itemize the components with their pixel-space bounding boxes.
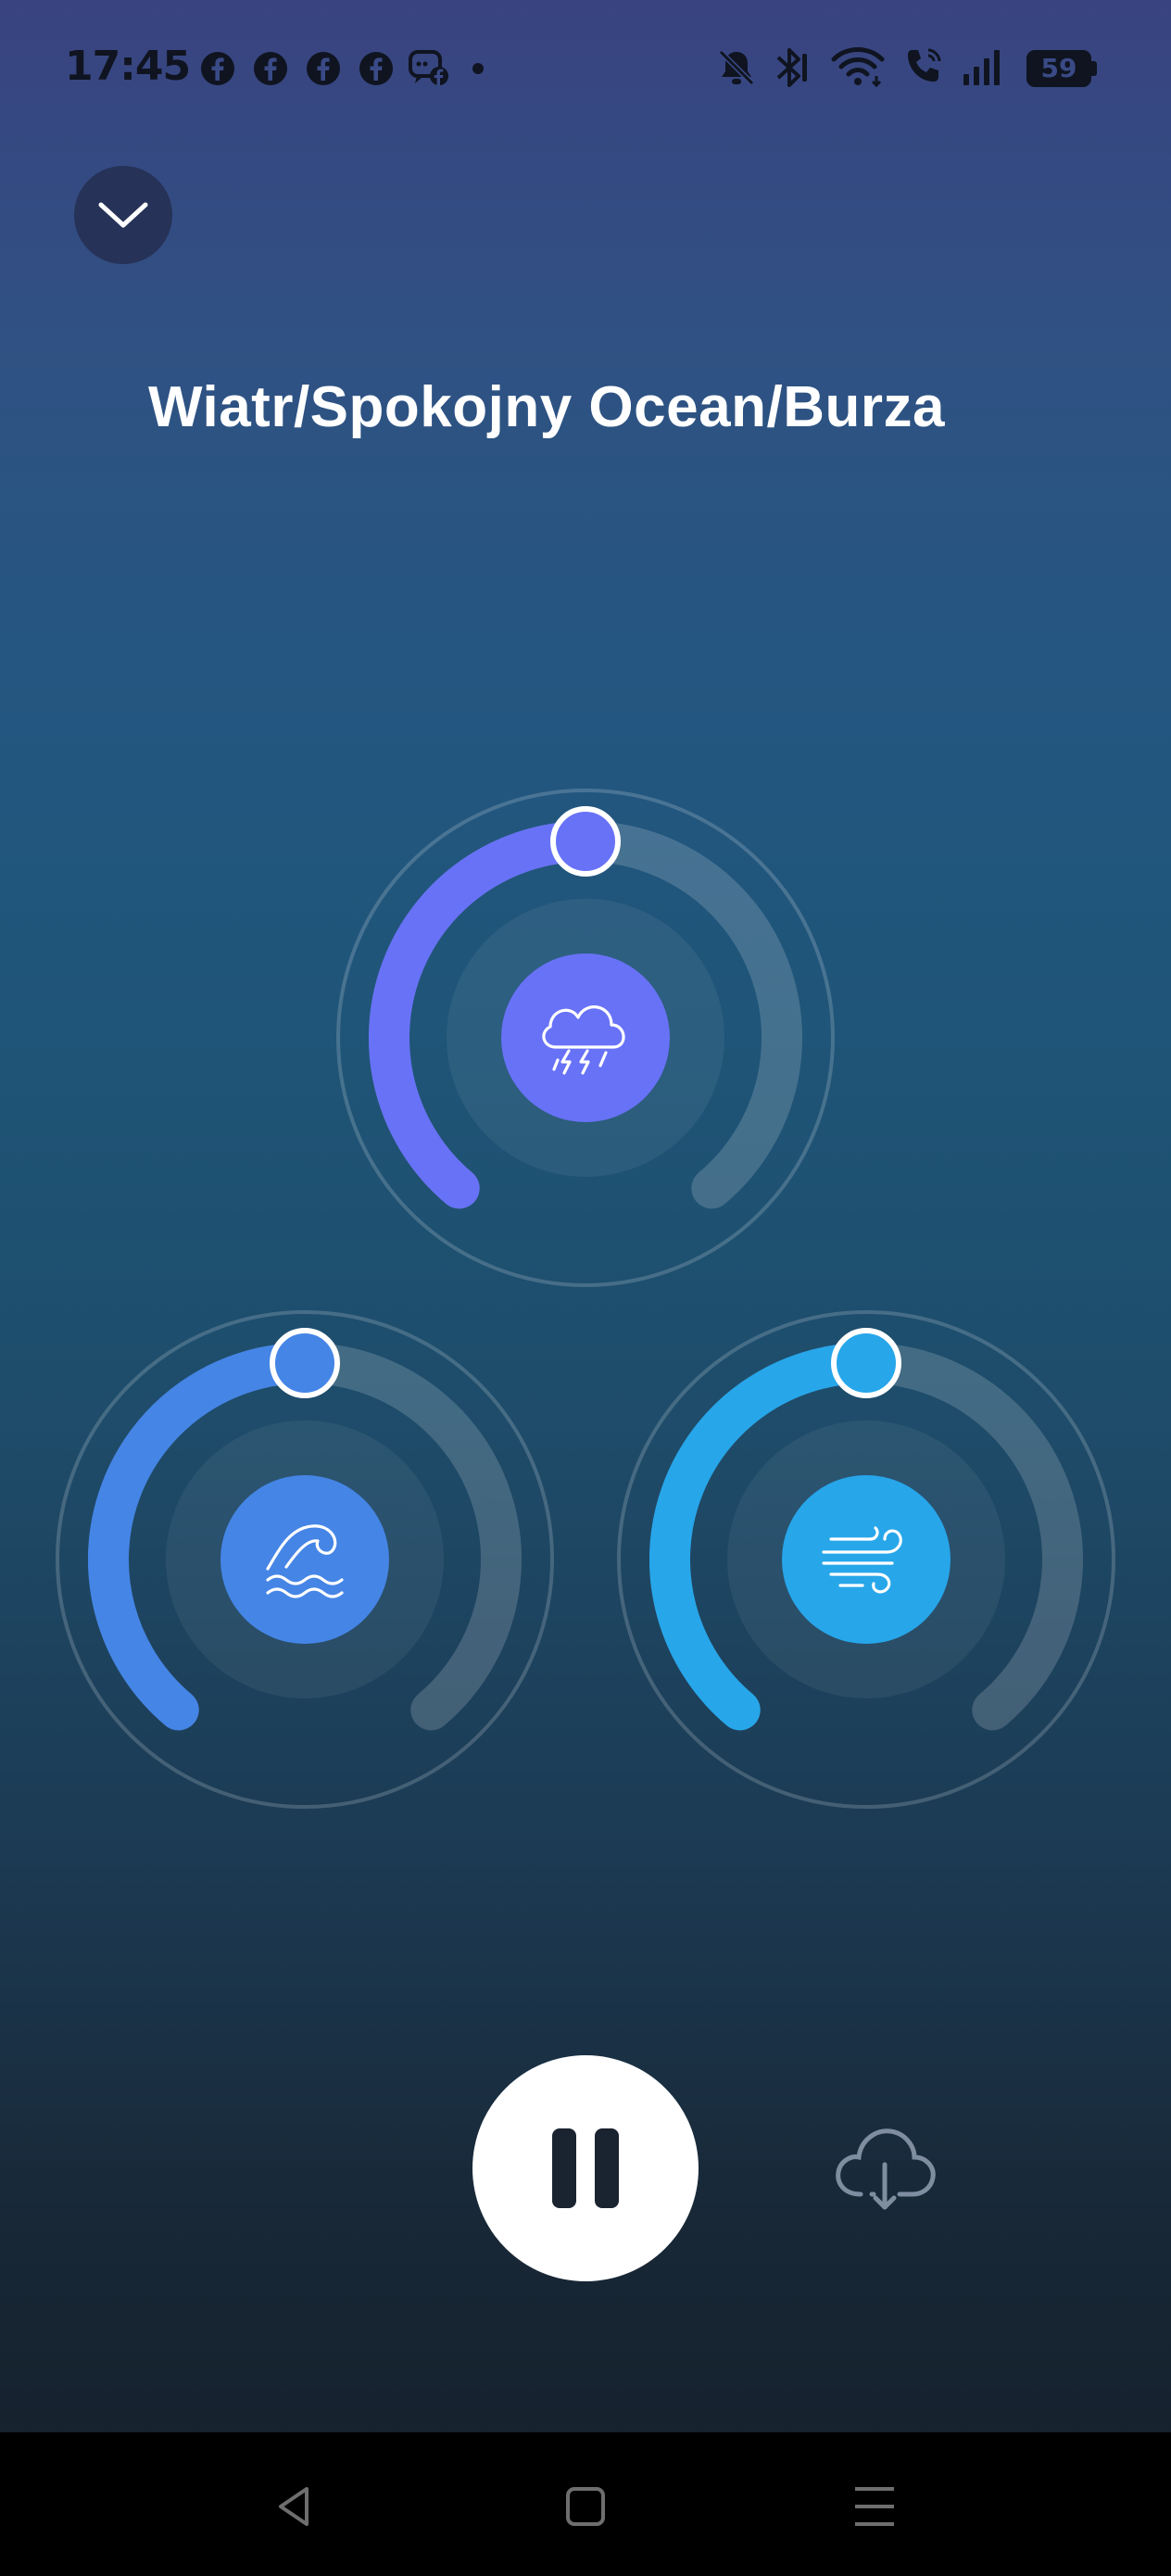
download-button[interactable] <box>825 2113 945 2224</box>
chevron-down-icon <box>98 202 148 228</box>
cloud-download-icon <box>836 2128 936 2210</box>
wifi-icon <box>831 47 885 88</box>
facebook-icon <box>254 52 287 85</box>
status-time: 17:45 <box>65 43 191 90</box>
battery-level: 59 <box>1040 53 1077 83</box>
battery-icon: 59 <box>1026 50 1099 87</box>
nav-recent-apps-button[interactable] <box>837 2469 912 2544</box>
messenger-chat-icon <box>409 50 448 85</box>
mix-title: Wiatr/Spokojny Ocean/Burza <box>148 375 945 439</box>
more-notifications-dot <box>472 63 484 74</box>
wind-volume-knob[interactable] <box>617 1310 1115 1809</box>
storm-icon-disc <box>501 953 670 1122</box>
wifi-calling-icon <box>908 48 941 82</box>
signal-icon <box>963 50 1000 85</box>
nav-back-button[interactable] <box>258 2469 332 2544</box>
bluetooth-icon <box>776 48 807 87</box>
back-icon <box>279 2487 308 2526</box>
recent-apps-icon <box>855 2487 894 2526</box>
collapse-button[interactable] <box>74 166 172 264</box>
storm-volume-knob[interactable] <box>336 789 835 1287</box>
system-navigation-bar <box>0 2432 1171 2576</box>
nav-home-button[interactable] <box>548 2469 623 2544</box>
facebook-icon <box>307 52 340 85</box>
home-icon <box>566 2487 605 2526</box>
facebook-icon <box>359 52 393 85</box>
ocean-volume-knob[interactable] <box>56 1310 554 1809</box>
ocean-icon-disc <box>220 1475 389 1644</box>
wind-icon-disc <box>782 1475 951 1644</box>
facebook-icon <box>201 52 234 85</box>
bell-muted-icon <box>718 49 755 86</box>
status-bar: 17:45 59 <box>0 0 1171 139</box>
pause-button[interactable] <box>472 2055 699 2281</box>
storm-volume-handle[interactable] <box>550 806 621 877</box>
ocean-volume-handle[interactable] <box>270 1328 340 1398</box>
wind-volume-handle[interactable] <box>831 1328 901 1398</box>
pause-icon <box>543 2128 628 2208</box>
